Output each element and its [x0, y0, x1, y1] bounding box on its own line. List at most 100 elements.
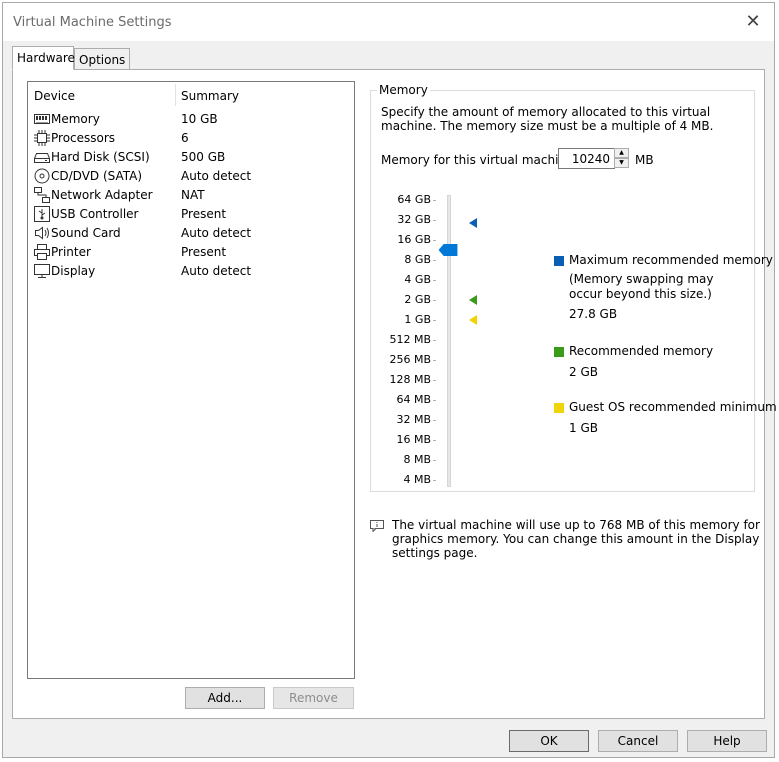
help-button[interactable]: Help: [687, 730, 767, 752]
scale-label: 2 GB: [404, 293, 431, 306]
max-recommended-marker: [469, 218, 477, 228]
scale-tick: [433, 440, 436, 441]
guest-min-title: Guest OS recommended minimum: [569, 400, 777, 414]
device-list-header: Device Summary: [28, 82, 354, 108]
memory-description: Specify the amount of memory allocated t…: [381, 105, 714, 133]
guest-min-marker: [469, 315, 477, 325]
device-name: Hard Disk (SCSI): [51, 150, 150, 164]
network-adapter-icon: [34, 187, 50, 203]
scale-label: 32 MB: [396, 413, 431, 426]
tab-options[interactable]: Options: [74, 48, 130, 70]
device-name: Printer: [51, 245, 91, 259]
memory-field-label: Memory for this virtual machine:: [381, 153, 578, 167]
device-row-hard-disk[interactable]: Hard Disk (SCSI) 500 GB: [28, 148, 354, 167]
scale-label: 8 MB: [403, 453, 431, 466]
guest-min-value: 1 GB: [569, 421, 598, 435]
spin-down-icon[interactable]: ▼: [614, 158, 629, 168]
memory-slider-thumb[interactable]: [437, 244, 459, 256]
guest-min-swatch: [554, 403, 564, 413]
hard-disk-icon: [34, 153, 50, 163]
memory-group: Memory Specify the amount of memory allo…: [370, 83, 777, 492]
device-row-cd-dvd[interactable]: CD/DVD (SATA) Auto detect: [28, 167, 354, 186]
device-row-network-adapter[interactable]: Network Adapter NAT: [28, 186, 354, 205]
spin-up-icon[interactable]: ▲: [614, 148, 629, 158]
device-row-memory[interactable]: Memory 10 GB: [28, 110, 354, 129]
device-name: Network Adapter: [51, 188, 153, 202]
hardware-panel: Device Summary Memory 10 GB Processors 6…: [12, 69, 777, 719]
device-row-display[interactable]: Display Auto detect: [28, 262, 354, 281]
scale-tick: [433, 400, 436, 401]
column-divider[interactable]: [175, 84, 176, 106]
device-list[interactable]: Device Summary Memory 10 GB Processors 6…: [27, 81, 355, 679]
scale-label: 64 MB: [396, 393, 431, 406]
device-summary: 10 GB: [181, 112, 218, 126]
recommended-swatch: [554, 347, 564, 357]
graphics-memory-text: The virtual machine will use up to 768 M…: [392, 518, 760, 560]
scale-label: 16 MB: [396, 433, 431, 446]
max-recommended-title: Maximum recommended memory: [569, 253, 773, 267]
window-title: Virtual Machine Settings: [13, 15, 172, 30]
max-recommended-swatch: [554, 256, 564, 266]
usb-controller-icon: [34, 206, 50, 222]
device-row-sound-card[interactable]: Sound Card Auto detect: [28, 224, 354, 243]
device-summary: NAT: [181, 188, 205, 202]
memory-slider-track[interactable]: [447, 195, 451, 487]
recommended-value: 2 GB: [569, 365, 598, 379]
memory-spinner[interactable]: ▲ ▼: [614, 148, 629, 169]
display-icon: [34, 264, 50, 278]
device-name: USB Controller: [51, 207, 139, 221]
cd-dvd-icon: [34, 168, 50, 184]
device-name: Sound Card: [51, 226, 121, 240]
close-icon[interactable]: ✕: [738, 7, 768, 37]
printer-icon: [34, 244, 50, 260]
scale-tick: [433, 320, 436, 321]
processor-icon: [34, 130, 50, 146]
device-summary: Auto detect: [181, 169, 252, 183]
scale-tick: [433, 200, 436, 201]
scale-tick: [433, 260, 436, 261]
device-column-header[interactable]: Device: [34, 89, 75, 103]
scale-label: 8 GB: [404, 253, 431, 266]
scale-tick: [433, 340, 436, 341]
device-row-usb-controller[interactable]: USB Controller Present: [28, 205, 354, 224]
memory-icon: [34, 114, 50, 124]
add-button[interactable]: Add...: [185, 687, 265, 709]
scale-label: 64 GB: [397, 193, 431, 206]
device-name: CD/DVD (SATA): [51, 169, 143, 183]
recommended-marker: [469, 295, 477, 305]
remove-button[interactable]: Remove: [273, 687, 354, 709]
tab-hardware[interactable]: Hardware: [12, 46, 75, 70]
max-recommended-note: (Memory swapping may occur beyond this s…: [569, 272, 714, 301]
scale-label: 256 MB: [389, 353, 431, 366]
scale-label: 512 MB: [389, 333, 431, 346]
max-recommended-value: 27.8 GB: [569, 307, 618, 321]
memory-group-label: Memory: [377, 83, 430, 97]
device-summary: Present: [181, 207, 227, 221]
ok-button[interactable]: OK: [509, 730, 589, 752]
cancel-button[interactable]: Cancel: [598, 730, 678, 752]
summary-column-header[interactable]: Summary: [181, 89, 239, 103]
scale-tick: [433, 280, 436, 281]
scale-tick: [433, 480, 436, 481]
scale-label: 1 GB: [404, 313, 431, 326]
scale-tick: [433, 300, 436, 301]
info-icon: [370, 520, 384, 532]
vm-settings-dialog: Virtual Machine Settings ✕ Hardware Opti…: [2, 2, 777, 758]
device-row-printer[interactable]: Printer Present: [28, 243, 354, 262]
scale-tick: [433, 420, 436, 421]
scale-label: 32 GB: [397, 213, 431, 226]
device-name: Memory: [51, 112, 100, 126]
memory-unit: MB: [635, 153, 654, 167]
device-row-processors[interactable]: Processors 6: [28, 129, 354, 148]
recommended-title: Recommended memory: [569, 344, 714, 358]
scale-tick: [433, 360, 436, 361]
memory-size-input[interactable]: [558, 148, 615, 169]
scale-tick: [433, 240, 436, 241]
scale-tick: [433, 460, 436, 461]
scale-label: 4 MB: [403, 473, 431, 486]
scale-label: 128 MB: [389, 373, 431, 386]
device-summary: 6: [181, 131, 189, 145]
scale-tick: [433, 220, 436, 221]
scale-tick: [433, 380, 436, 381]
title-bar: Virtual Machine Settings ✕: [3, 3, 774, 41]
